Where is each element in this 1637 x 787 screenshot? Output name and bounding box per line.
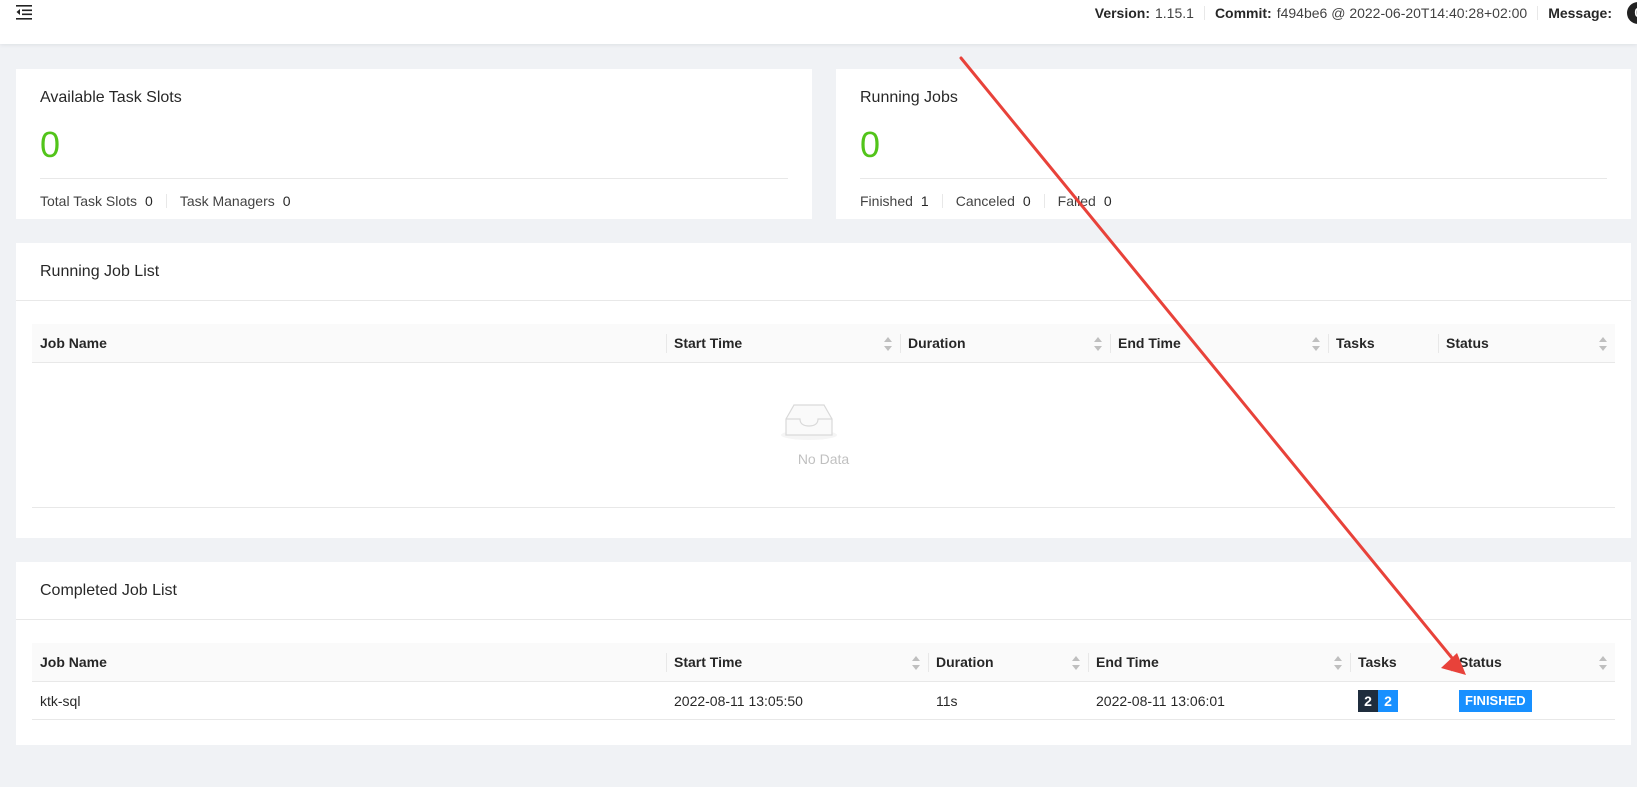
- job-name-cell: ktk-sql: [40, 692, 81, 709]
- column-duration[interactable]: Duration: [928, 643, 1088, 681]
- running-jobs-footer: Finished 1 Canceled 0 Failed 0: [860, 193, 1112, 209]
- completed-job-list-title: Completed Job List: [16, 562, 1631, 620]
- task-managers-value: 0: [282, 193, 291, 209]
- canceled-label: Canceled: [955, 193, 1015, 209]
- sort-caret-icon[interactable]: [912, 656, 920, 670]
- message-link[interactable]: Message: 0: [1548, 2, 1637, 24]
- status-cell: FINISHED: [1451, 682, 1615, 719]
- sort-caret-icon[interactable]: [1072, 656, 1080, 670]
- column-job-name: Job Name: [40, 335, 107, 351]
- empty-text: No Data: [797, 451, 850, 467]
- sort-caret-icon[interactable]: [1312, 337, 1320, 351]
- duration-cell: 11s: [936, 692, 958, 709]
- task-slots-title: Available Task Slots: [40, 89, 182, 106]
- table-header: Job Name Start Time Duration End Time Ta…: [32, 324, 1615, 363]
- task-count-badge: 2 2: [1358, 689, 1398, 712]
- canceled-value: 0: [1022, 193, 1031, 209]
- running-jobs-card: Running Jobs 0 Finished 1 Canceled 0 Fai…: [836, 69, 1631, 219]
- menu-fold-icon[interactable]: [15, 2, 35, 22]
- inbox-empty-icon: [781, 404, 837, 440]
- task-slots-footer: Total Task Slots 0 Task Managers 0: [40, 193, 291, 209]
- finished-label: Finished: [860, 193, 913, 209]
- divider: [1537, 6, 1539, 20]
- column-end-time[interactable]: End Time: [1110, 324, 1328, 362]
- column-duration[interactable]: Duration: [900, 324, 1110, 362]
- completed-job-list-card: Completed Job List Job Name Start Time D…: [16, 562, 1631, 745]
- running-jobs-title: Running Jobs: [860, 89, 958, 106]
- divider: [165, 194, 167, 208]
- task-managers-label: Task Managers: [179, 193, 275, 209]
- empty-state: No Data: [32, 363, 1615, 508]
- total-task-slots-label: Total Task Slots: [40, 193, 138, 209]
- running-jobs-value: 0: [860, 124, 881, 165]
- completed-job-table: Job Name Start Time Duration End Time Ta…: [32, 643, 1615, 720]
- column-start-time[interactable]: Start Time: [666, 643, 928, 681]
- finished-value: 1: [920, 193, 929, 209]
- sort-caret-icon[interactable]: [1094, 337, 1102, 351]
- divider: [1043, 194, 1045, 208]
- running-job-list-card: Running Job List Job Name Start Time Dur…: [16, 243, 1631, 538]
- column-start-time[interactable]: Start Time: [666, 324, 900, 362]
- status-badge: FINISHED: [1459, 689, 1532, 712]
- sort-caret-icon[interactable]: [1334, 656, 1342, 670]
- start-time-cell: 2022-08-11 13:05:50: [674, 692, 803, 709]
- total-task-slots-value: 0: [145, 193, 153, 209]
- message-count-badge: 0: [1627, 2, 1637, 24]
- running-job-list-title: Running Job List: [16, 243, 1631, 301]
- task-count-finished: 2: [1378, 689, 1398, 712]
- version-value: 1.15.1: [1155, 5, 1194, 21]
- task-count-total: 2: [1358, 689, 1378, 712]
- sort-caret-icon[interactable]: [1599, 656, 1607, 670]
- column-tasks: Tasks: [1328, 324, 1438, 362]
- column-tasks: Tasks: [1350, 643, 1451, 681]
- commit-label: Commit:: [1214, 5, 1272, 21]
- end-time-cell: 2022-08-11 13:06:01: [1096, 692, 1225, 709]
- version-info: Version: 1.15.1 Commit: f494be6 @ 2022-0…: [1095, 0, 1637, 26]
- sort-caret-icon[interactable]: [1599, 337, 1607, 351]
- failed-value: 0: [1103, 193, 1112, 209]
- task-slots-value: 0: [40, 124, 61, 165]
- message-label: Message:: [1548, 5, 1612, 21]
- table-row[interactable]: ktk-sql 2022-08-11 13:05:50 11s 2022-08-…: [32, 682, 1615, 720]
- tasks-cell: 2 2: [1350, 682, 1451, 719]
- sort-caret-icon[interactable]: [884, 337, 892, 351]
- top-header: Version: 1.15.1 Commit: f494be6 @ 2022-0…: [0, 0, 1637, 44]
- commit-value: f494be6 @ 2022-06-20T14:40:28+02:00: [1276, 5, 1528, 21]
- column-job-name: Job Name: [40, 654, 107, 670]
- column-end-time[interactable]: End Time: [1088, 643, 1350, 681]
- running-job-table: Job Name Start Time Duration End Time Ta…: [32, 324, 1615, 508]
- divider: [40, 178, 788, 179]
- failed-label: Failed: [1057, 193, 1096, 209]
- column-status[interactable]: Status: [1451, 643, 1615, 681]
- task-slots-card: Available Task Slots 0 Total Task Slots …: [16, 69, 812, 219]
- divider: [860, 178, 1607, 179]
- version-label: Version:: [1094, 5, 1150, 21]
- column-status[interactable]: Status: [1438, 324, 1615, 362]
- table-header: Job Name Start Time Duration End Time Ta…: [32, 643, 1615, 682]
- divider: [941, 194, 943, 208]
- divider: [1203, 6, 1205, 20]
